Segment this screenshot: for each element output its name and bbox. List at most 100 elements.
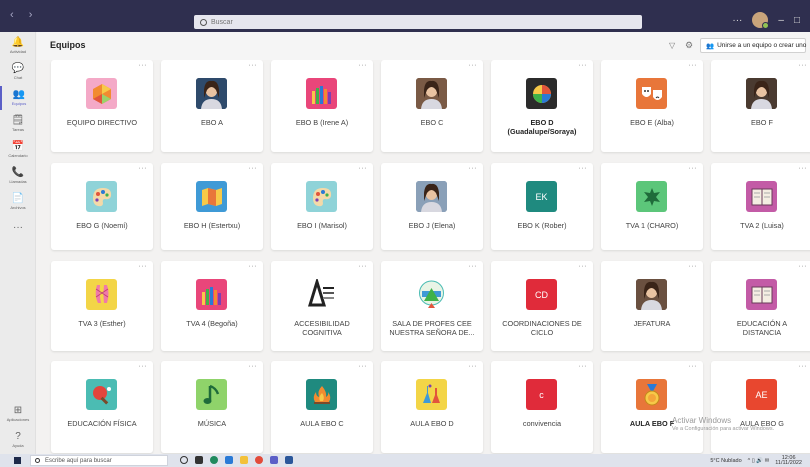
team-name: EBO K (Rober): [517, 221, 567, 230]
team-more-options-icon[interactable]: ···: [249, 363, 258, 370]
widgets-icon[interactable]: [195, 456, 203, 464]
rail-item-tareas[interactable]: 🗒 Tareas: [0, 112, 36, 136]
team-card[interactable]: ··· TVA 2 (Luisa): [711, 163, 810, 250]
team-card[interactable]: ··· AE AULA EBO G: [711, 361, 810, 453]
team-more-options-icon[interactable]: ···: [139, 165, 148, 172]
profile-avatar[interactable]: [752, 12, 770, 29]
word-icon[interactable]: [285, 456, 293, 464]
team-more-options-icon[interactable]: ···: [139, 363, 148, 370]
team-pingpong-icon: [86, 379, 117, 410]
team-more-options-icon[interactable]: ···: [469, 263, 478, 270]
team-more-options-icon[interactable]: ···: [579, 165, 588, 172]
chrome-icon[interactable]: [255, 456, 263, 464]
team-card[interactable]: ··· TVA 1 (CHARO): [601, 163, 703, 250]
team-card[interactable]: ··· EBO C: [381, 60, 483, 152]
team-more-options-icon[interactable]: ···: [799, 62, 808, 69]
team-card[interactable]: ··· JEFATURA: [601, 261, 703, 351]
team-card[interactable]: ··· EBO J (Elena): [381, 163, 483, 250]
search-input[interactable]: [211, 18, 591, 26]
team-card[interactable]: ··· AULA EBO C: [271, 361, 373, 453]
team-card[interactable]: ··· EBO E (Alba): [601, 60, 703, 152]
start-button[interactable]: [14, 457, 21, 464]
team-photo-icon: [746, 78, 777, 109]
team-card[interactable]: ··· EBO H (Estertxu): [161, 163, 263, 250]
team-initials-icon: AE: [746, 379, 777, 410]
team-more-options-icon[interactable]: ···: [359, 165, 368, 172]
team-card[interactable]: ··· EK EBO K (Rober): [491, 163, 593, 250]
back-forward-arrows[interactable]: ‹ ›: [10, 9, 38, 21]
tray-icons[interactable]: ^ ▯ 🔊 ✉: [748, 458, 770, 464]
team-card[interactable]: ··· MÚSICA: [161, 361, 263, 453]
rail-item-archivos[interactable]: 📄 Archivos: [0, 190, 36, 214]
team-card[interactable]: ··· AULA EBO F: [601, 361, 703, 453]
filter-icon[interactable]: ▽: [669, 41, 675, 50]
team-card[interactable]: ··· EQUIPO DIRECTIVO: [51, 60, 153, 152]
team-name: convivencia: [522, 419, 562, 428]
team-card[interactable]: ··· EBO G (Noemí): [51, 163, 153, 250]
team-more-options-icon[interactable]: ···: [469, 363, 478, 370]
windows-taskbar: Escribe aquí para buscar 5°C Nublado ^ ▯…: [0, 454, 810, 467]
weather-status[interactable]: 5°C Nublado: [710, 458, 741, 464]
clock[interactable]: 12:06 11/11/2022: [775, 455, 802, 466]
search-box[interactable]: [194, 15, 642, 29]
team-card[interactable]: ··· TVA 4 (Begoña): [161, 261, 263, 351]
team-more-options-icon[interactable]: ···: [359, 62, 368, 69]
rail-item-calendario[interactable]: 📅 Calendario: [0, 138, 36, 162]
team-card[interactable]: ··· EBO B (Irene A): [271, 60, 373, 152]
rail-item-aplicaciones[interactable]: ⊞ Aplicaciones: [0, 402, 36, 426]
team-card[interactable]: ··· EBO A: [161, 60, 263, 152]
teams-taskbar-icon[interactable]: [270, 456, 278, 464]
team-more-options-icon[interactable]: ···: [579, 62, 588, 69]
explorer-icon[interactable]: [240, 456, 248, 464]
team-card[interactable]: ··· EBO F: [711, 60, 810, 152]
team-more-options-icon[interactable]: ···: [139, 263, 148, 270]
team-more-options-icon[interactable]: ···: [359, 263, 368, 270]
more-options-icon[interactable]: ···: [732, 15, 742, 26]
team-more-options-icon[interactable]: ···: [689, 263, 698, 270]
minimize-button[interactable]: –: [778, 15, 784, 26]
rail-item-llamadas[interactable]: 📞 Llamadas: [0, 164, 36, 188]
team-more-options-icon[interactable]: ···: [469, 62, 478, 69]
team-photo-icon: [196, 78, 227, 109]
team-more-options-icon[interactable]: ···: [799, 165, 808, 172]
team-name: EQUIPO DIRECTIVO: [66, 118, 138, 127]
team-more-options-icon[interactable]: ···: [359, 363, 368, 370]
team-more-options-icon[interactable]: ···: [249, 263, 258, 270]
team-more-options-icon[interactable]: ···: [139, 62, 148, 69]
team-card[interactable]: ··· TVA 3 (Esther): [51, 261, 153, 351]
taskbar-search[interactable]: Escribe aquí para buscar: [30, 455, 168, 466]
rail-item-equipos[interactable]: 👥 Equipos: [0, 86, 36, 110]
join-or-create-team-button[interactable]: 👥 Unirse a un equipo o crear uno: [700, 38, 806, 53]
team-more-options-icon[interactable]: ···: [689, 62, 698, 69]
team-card[interactable]: ··· EDUCACIÓN A DISTANCIA: [711, 261, 810, 351]
gear-icon[interactable]: ⚙: [685, 40, 693, 51]
team-more-options-icon[interactable]: ···: [579, 263, 588, 270]
rail-item-actividad[interactable]: 🔔 Actividad: [0, 34, 36, 58]
team-more-options-icon[interactable]: ···: [799, 363, 808, 370]
team-more-options-icon[interactable]: ···: [469, 165, 478, 172]
team-more-options-icon[interactable]: ···: [249, 165, 258, 172]
team-card[interactable]: ··· EBO D (Guadalupe/Soraya): [491, 60, 593, 152]
team-photo-icon: [636, 279, 667, 310]
team-more-options-icon[interactable]: ···: [579, 363, 588, 370]
team-card[interactable]: ··· AULA EBO D: [381, 361, 483, 453]
team-more-options-icon[interactable]: ···: [249, 62, 258, 69]
team-card[interactable]: ··· EDUCACIÓN FÍSICA: [51, 361, 153, 453]
team-card[interactable]: ··· SALA DE PROFES CEE NUESTRA SEÑORA DE.…: [381, 261, 483, 351]
team-card[interactable]: ··· CD COORDINACIONES DE CICLO: [491, 261, 593, 351]
edge-icon[interactable]: [210, 456, 218, 464]
team-card[interactable]: ··· c convivencia: [491, 361, 593, 453]
maximize-button[interactable]: □: [794, 15, 800, 26]
team-card[interactable]: ··· EBO I (Marisol): [271, 163, 373, 250]
team-more-options-icon[interactable]: ···: [799, 263, 808, 270]
rail-item-chat[interactable]: 💬 Chat: [0, 60, 36, 84]
team-more-options-icon[interactable]: ···: [689, 165, 698, 172]
task-view-icon[interactable]: [180, 456, 188, 464]
team-crayons-icon: [196, 279, 227, 310]
rail-item-ayuda[interactable]: ? Ayuda: [0, 428, 36, 452]
team-card[interactable]: ··· ACCESIBILIDAD COGNITIVA: [271, 261, 373, 351]
store-icon[interactable]: [225, 456, 233, 464]
rail-item-more[interactable]: ···: [0, 216, 36, 240]
team-name: AULA EBO D: [410, 419, 454, 428]
team-more-options-icon[interactable]: ···: [689, 363, 698, 370]
